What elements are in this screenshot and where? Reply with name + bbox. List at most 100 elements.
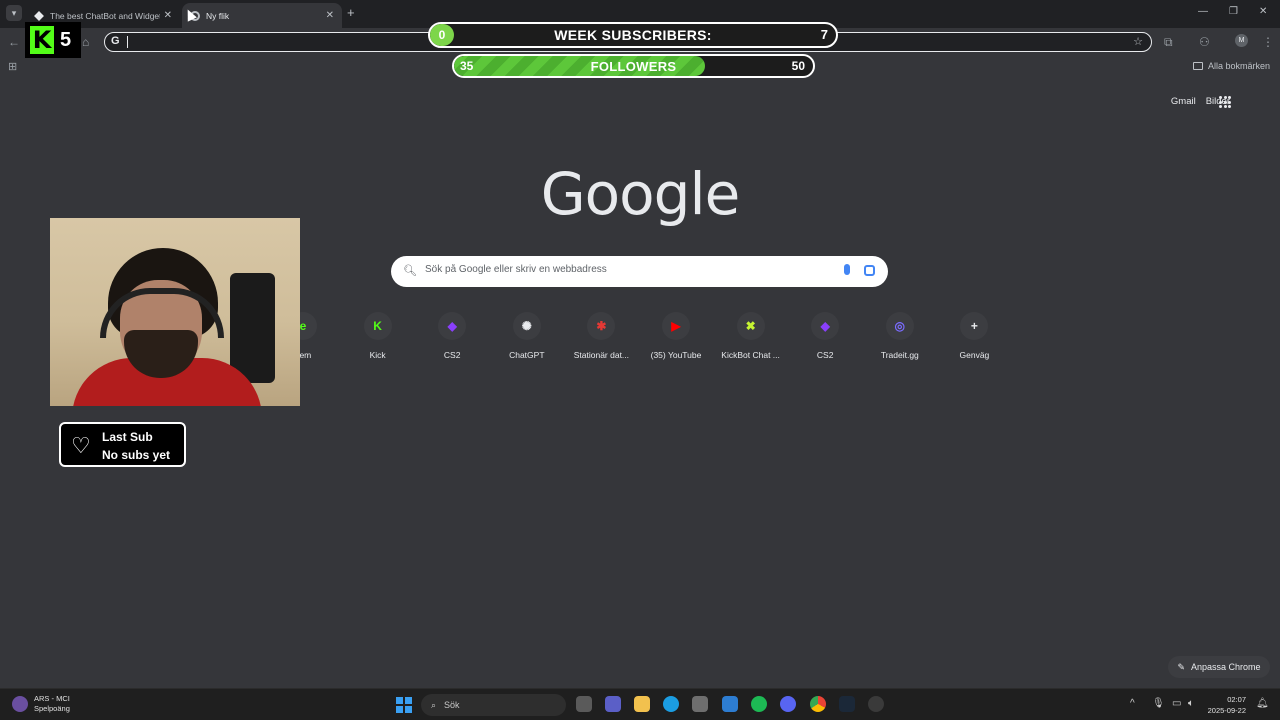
shortcut-favicon-icon: ◆ — [438, 312, 467, 340]
clock-date: 2025-09-22 — [1207, 706, 1246, 715]
widgets-button[interactable]: ARS - MCI Spelpoäng — [12, 694, 70, 714]
followers-label: FOLLOWERS — [590, 59, 677, 74]
last-sub-value: No subs yet — [102, 448, 171, 462]
notifications-icon[interactable]: 🔔︎ — [1256, 698, 1269, 709]
tab-title: Ny flik — [206, 10, 230, 21]
shortcut-label: Stationär dat... — [573, 350, 630, 360]
shortcut-label: ChatGPT — [509, 350, 545, 360]
store-icon[interactable] — [692, 696, 708, 712]
minimize-button[interactable]: — — [1198, 6, 1208, 17]
microphone-icon[interactable] — [844, 264, 850, 275]
taskbar-search-label: Sök — [444, 700, 460, 710]
sports-icon — [12, 696, 28, 712]
extensions-icon[interactable]: ⧉ — [1164, 35, 1173, 50]
network-icon[interactable]: ▭ — [1172, 698, 1181, 709]
shortcut-tile[interactable]: ✱ Stationär dat... — [564, 312, 638, 360]
google-lens-icon[interactable] — [864, 265, 875, 276]
close-window-button[interactable]: ✕ — [1259, 6, 1267, 17]
edge-icon[interactable] — [663, 696, 679, 712]
kick-logo-icon: K — [30, 26, 54, 54]
task-view-icon[interactable] — [576, 696, 592, 712]
file-explorer-icon[interactable] — [634, 696, 650, 712]
clock[interactable]: 02:07 2025-09-22 — [1208, 694, 1246, 716]
avatar[interactable]: M — [1235, 34, 1248, 47]
search-input[interactable] — [425, 264, 825, 275]
shortcut-favicon-icon: + — [960, 312, 989, 340]
shortcut-label: Kick — [369, 350, 386, 360]
discord-icon[interactable] — [780, 696, 796, 712]
show-hidden-icons-icon[interactable]: ^ — [1130, 698, 1135, 709]
menu-icon[interactable]: ⋮ — [1262, 35, 1274, 49]
app-icon[interactable] — [868, 696, 884, 712]
tab-title: The best ChatBot and Widgets — [50, 10, 160, 21]
google-apps-icon[interactable] — [1219, 96, 1231, 108]
shortcut-favicon-icon: ✺ — [512, 312, 541, 340]
shortcut-tile[interactable]: + Genväg — [937, 312, 1011, 360]
folder-icon — [1192, 62, 1203, 70]
shortcut-tile[interactable]: ◆ CS2 — [788, 312, 862, 360]
shortcut-label: CS2 — [816, 350, 834, 360]
tab-search-button[interactable]: ▾ — [6, 5, 22, 21]
webcam-feed — [50, 218, 300, 406]
customize-chrome-label: Anpassa Chrome — [1191, 662, 1261, 672]
volume-icon[interactable]: 🔈︎ — [1188, 698, 1194, 709]
widget-line2: Spelpoäng — [34, 704, 70, 713]
shortcut-tile[interactable]: K Kick — [341, 312, 415, 360]
week-subscribers-goal-bar: 0 WEEK SUBSCRIBERS: 7 — [428, 22, 838, 48]
search-icon: 🔍︎ — [403, 265, 417, 277]
shortcut-label: KickBot Chat ... — [721, 350, 780, 360]
new-tab-button[interactable]: + — [347, 5, 355, 20]
tab-new-tab[interactable]: Ny flik ✕ — [182, 3, 342, 28]
clock-time: 02:07 — [1227, 695, 1246, 704]
chrome-icon[interactable] — [810, 696, 826, 712]
shortcut-label: Genväg — [959, 350, 990, 360]
kick-count: 5 — [60, 28, 72, 51]
shortcut-favicon-icon: ◎ — [885, 312, 914, 340]
last-sub-widget: ♡ Last Sub No subs yet — [59, 422, 186, 467]
taskbar-search[interactable]: ⌕ Sök — [421, 694, 566, 716]
steam-icon[interactable] — [839, 696, 855, 712]
teams-icon[interactable] — [605, 696, 621, 712]
diamond-favicon-icon — [34, 10, 44, 21]
text-caret — [127, 36, 128, 48]
shortcut-tile[interactable]: ◎ Tradeit.gg — [863, 312, 937, 360]
heart-icon: ♡ — [71, 433, 91, 458]
search-icon: ⌕ — [431, 699, 437, 710]
shortcut-label: Tradeit.gg — [880, 350, 919, 360]
bookmark-star-icon[interactable]: ☆ — [1133, 35, 1143, 48]
gmail-link[interactable]: Gmail — [1171, 96, 1196, 107]
tab-close-icon[interactable]: ✕ — [164, 10, 172, 21]
pencil-icon: ✎ — [1177, 661, 1185, 672]
followers-goal: 50 — [791, 59, 805, 73]
microphone-icon[interactable]: 🎙︎ — [1152, 698, 1165, 709]
widget-line1: ARS - MCI — [34, 694, 70, 703]
shortcut-tile[interactable]: ✺ ChatGPT — [490, 312, 564, 360]
apps-shortcut-icon[interactable]: ⊞ — [8, 60, 17, 73]
shortcut-tile[interactable]: ✖ KickBot Chat ... — [714, 312, 788, 360]
shortcut-favicon-icon: ▶ — [662, 312, 690, 340]
google-g-icon: G — [111, 35, 120, 47]
spotify-icon[interactable] — [751, 696, 767, 712]
shortcut-tile[interactable]: ◆ CS2 — [415, 312, 489, 360]
all-bookmarks-button[interactable]: Alla bokmärken — [1192, 61, 1270, 71]
kick-viewer-badge: K 5 — [25, 22, 81, 58]
profile-sync-icon[interactable]: ⚇ — [1199, 35, 1210, 49]
tab-close-icon[interactable]: ✕ — [326, 10, 334, 21]
shortcut-label: (35) YouTube — [650, 350, 702, 360]
last-sub-title: Last Sub — [102, 430, 153, 444]
customize-chrome-button[interactable]: ✎ Anpassa Chrome — [1168, 656, 1270, 678]
shortcut-favicon-icon: ◆ — [811, 312, 840, 340]
restore-button[interactable]: ❐ — [1229, 6, 1238, 17]
back-icon[interactable]: ← — [8, 35, 20, 49]
taskbar: ARS - MCI Spelpoäng ⌕ Sök ^ 🎙︎ ▭ 🔈︎ 02:0… — [0, 688, 1280, 720]
shortcut-favicon-icon: K — [363, 312, 392, 340]
shortcut-tile[interactable]: ▶ (35) YouTube — [639, 312, 713, 360]
followers-goal-bar: 35 FOLLOWERS 50 — [452, 54, 815, 78]
week-subs-label: WEEK SUBSCRIBERS: — [554, 27, 712, 43]
all-bookmarks-label: Alla bokmärken — [1207, 61, 1270, 71]
shortcut-label: CS2 — [443, 350, 461, 360]
home-icon[interactable]: ⌂ — [82, 35, 89, 49]
start-button[interactable] — [396, 697, 412, 713]
app-icon[interactable] — [722, 696, 738, 712]
google-search-box[interactable]: 🔍︎ — [391, 256, 888, 287]
